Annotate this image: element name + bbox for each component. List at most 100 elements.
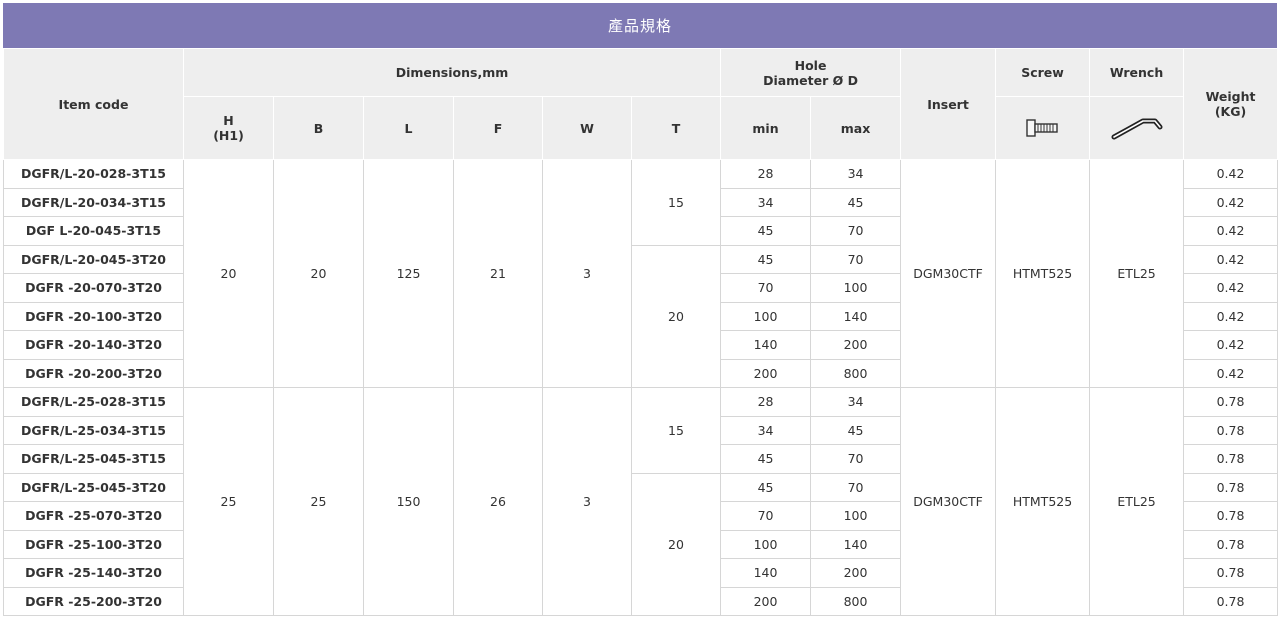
weight-value: 0.78 [1183,387,1279,417]
hole-min: 28 [720,159,812,189]
hole-min: 45 [720,216,812,246]
hole-min: 28 [720,387,812,417]
dim-l: 150 [363,387,454,616]
hole-max: 200 [810,330,902,360]
hole-min: 200 [720,586,812,616]
dim-t: 20 [630,244,722,388]
header-wrench: Wrench [1089,48,1185,97]
hole-max: 800 [810,586,902,616]
insert-code: DGM30CTF [900,159,997,388]
dim-h: 20 [183,159,274,388]
weight-value: 0.42 [1183,273,1279,303]
header-min: min [720,96,812,160]
dim-f: 21 [453,159,543,388]
item-code: DGFR/L-25-028-3T15 [3,387,184,417]
item-code: DGFR -20-070-3T20 [3,273,184,303]
dim-b: 20 [273,159,364,388]
hole-max: 70 [810,444,902,474]
header-l: L [363,96,454,160]
weight-value: 0.78 [1183,501,1279,531]
header-f: F [453,96,543,160]
hole-max: 34 [810,387,902,417]
header-dimensions: Dimensions,mm [182,48,722,97]
header-screw: Screw [995,48,1091,97]
header-hole-diameter: Hole Diameter Ø D [720,48,902,97]
hole-min: 100 [720,301,812,331]
wrench-code: ETL25 [1089,159,1185,388]
weight-line2: (KG) [1214,104,1247,119]
hole-max: 34 [810,159,902,189]
hole-min: 34 [720,415,812,445]
h-line2: (H1) [213,128,244,143]
hole-line1: Hole [794,57,827,73]
header-t: T [630,96,722,160]
item-code: DGF L-20-045-3T15 [3,216,184,246]
insert-code: DGM30CTF [900,387,997,616]
header-item-code: Item code [3,48,184,160]
item-code: DGFR -20-100-3T20 [3,301,184,331]
item-code: DGFR -25-140-3T20 [3,558,184,588]
header-b: B [273,96,364,160]
weight-value: 0.78 [1183,472,1279,502]
item-code: DGFR/L-20-045-3T20 [3,244,184,274]
item-code: DGFR -20-140-3T20 [3,330,184,360]
item-code: DGFR/L-20-028-3T15 [3,159,184,189]
dim-w: 3 [542,159,632,388]
hole-min: 70 [720,501,812,531]
dim-w: 3 [542,387,632,616]
item-code: DGFR/L-25-045-3T15 [3,444,184,474]
weight-value: 0.42 [1183,216,1279,246]
hole-min: 45 [720,244,812,274]
weight-value: 0.42 [1183,358,1279,388]
hole-min: 100 [720,529,812,559]
hole-min: 140 [720,558,812,588]
hole-max: 45 [810,187,902,217]
item-code: DGFR -25-070-3T20 [3,501,184,531]
hole-max: 140 [810,301,902,331]
hole-max: 200 [810,558,902,588]
item-code: DGFR -20-200-3T20 [3,358,184,388]
dim-f: 26 [453,387,543,616]
spec-container: 產品規格 Item code Dimensions,mm Hole Diamet… [3,3,1279,616]
weight-value: 0.78 [1183,586,1279,616]
header-screw-icon-cell [995,96,1091,160]
hole-min: 45 [720,444,812,474]
dim-t: 20 [630,472,722,616]
item-code: DGFR -25-200-3T20 [3,586,184,616]
weight-value: 0.78 [1183,415,1279,445]
header-h: H (H1) [183,96,274,160]
hole-max: 70 [810,244,902,274]
weight-value: 0.42 [1183,159,1279,189]
wrench-icon [1111,118,1163,140]
weight-line1: Weight [1205,89,1256,104]
item-code: DGFR/L-25-045-3T20 [3,472,184,502]
dim-t: 15 [630,159,722,246]
item-code: DGFR -25-100-3T20 [3,529,184,559]
weight-value: 0.78 [1183,444,1279,474]
dim-h: 25 [183,387,274,616]
weight-value: 0.78 [1183,529,1279,559]
hole-max: 45 [810,415,902,445]
weight-value: 0.42 [1183,187,1279,217]
hole-max: 800 [810,358,902,388]
hole-max: 70 [810,472,902,502]
hole-max: 140 [810,529,902,559]
header-max: max [810,96,902,160]
item-code: DGFR/L-25-034-3T15 [3,415,184,445]
screw-icon [1025,119,1058,137]
table-header: Item code Dimensions,mm Hole Diameter Ø … [3,48,1279,160]
spec-title: 產品規格 [3,3,1277,48]
table-row: DGFR/L-25-028-3T15 25 25 150 26 3 15 28 34 DGM30C… [3,387,1279,616]
h-line1: H [223,113,234,128]
spec-table: Item code Dimensions,mm Hole Diameter Ø … [3,48,1279,616]
table-row: DGFR/L-20-028-3T15 20 20 125 21 3 15 28 34 DGM30C… [3,159,1279,388]
hole-min: 200 [720,358,812,388]
weight-value: 0.42 [1183,301,1279,331]
screw-code: HTMT525 [995,159,1091,388]
table-body: DGFR/L-20-028-3T15 20 20 125 21 3 15 28 34 DGM30C… [3,159,1279,616]
weight-value: 0.42 [1183,244,1279,274]
hole-min: 140 [720,330,812,360]
hole-line2: Diameter Ø D [763,72,858,88]
weight-value: 0.78 [1183,558,1279,588]
dim-t: 15 [630,387,722,474]
